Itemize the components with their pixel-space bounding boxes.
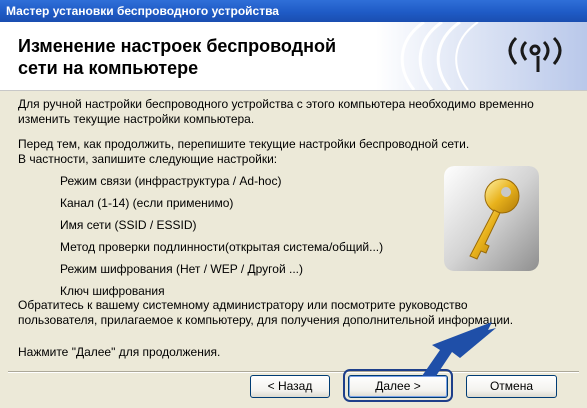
setting-item: Канал (1-14) (если применимо) [60,196,234,210]
wireless-signal-icon [376,22,587,90]
contact-text-1: Обратитесь к вашему системному администр… [18,298,468,312]
setting-item: Режим шифрования (Нет / WEP / Другой ...… [60,262,303,276]
setting-item: Ключ шифрования [60,284,165,298]
page-title-line-2: сети на компьютере [18,58,199,78]
intro-text-2: изменить текущие настройки компьютера. [18,112,255,126]
pointer-arrow-icon [422,322,496,376]
page-title: Изменение настроек беспроводной сети на … [18,35,398,79]
title-bar[interactable]: Мастер установки беспроводного устройств… [0,0,587,22]
header-banner: Изменение настроек беспроводной сети на … [0,22,587,91]
window-title: Мастер установки беспроводного устройств… [6,4,279,18]
key-icon [444,166,539,271]
setting-item: Имя сети (SSID / ESSID) [60,218,197,232]
cancel-button[interactable]: Отмена [466,375,557,398]
instruction-text-1: Перед тем, как продолжить, перепишите те… [18,137,470,151]
page-title-line-1: Изменение настроек беспроводной [18,36,337,56]
wizard-window: Мастер установки беспроводного устройств… [0,0,587,408]
continue-text: Нажмите "Далее" для продолжения. [18,345,221,359]
setting-item: Режим связи (инфраструктура / Ad-hoc) [60,174,282,188]
intro-text-1: Для ручной настройки беспроводного устро… [18,97,534,111]
instruction-text-2: В частности, запишите следующие настройк… [18,152,278,166]
setting-item: Метод проверки подлинности(открытая сист… [60,240,384,254]
back-button[interactable]: < Назад [250,375,330,398]
